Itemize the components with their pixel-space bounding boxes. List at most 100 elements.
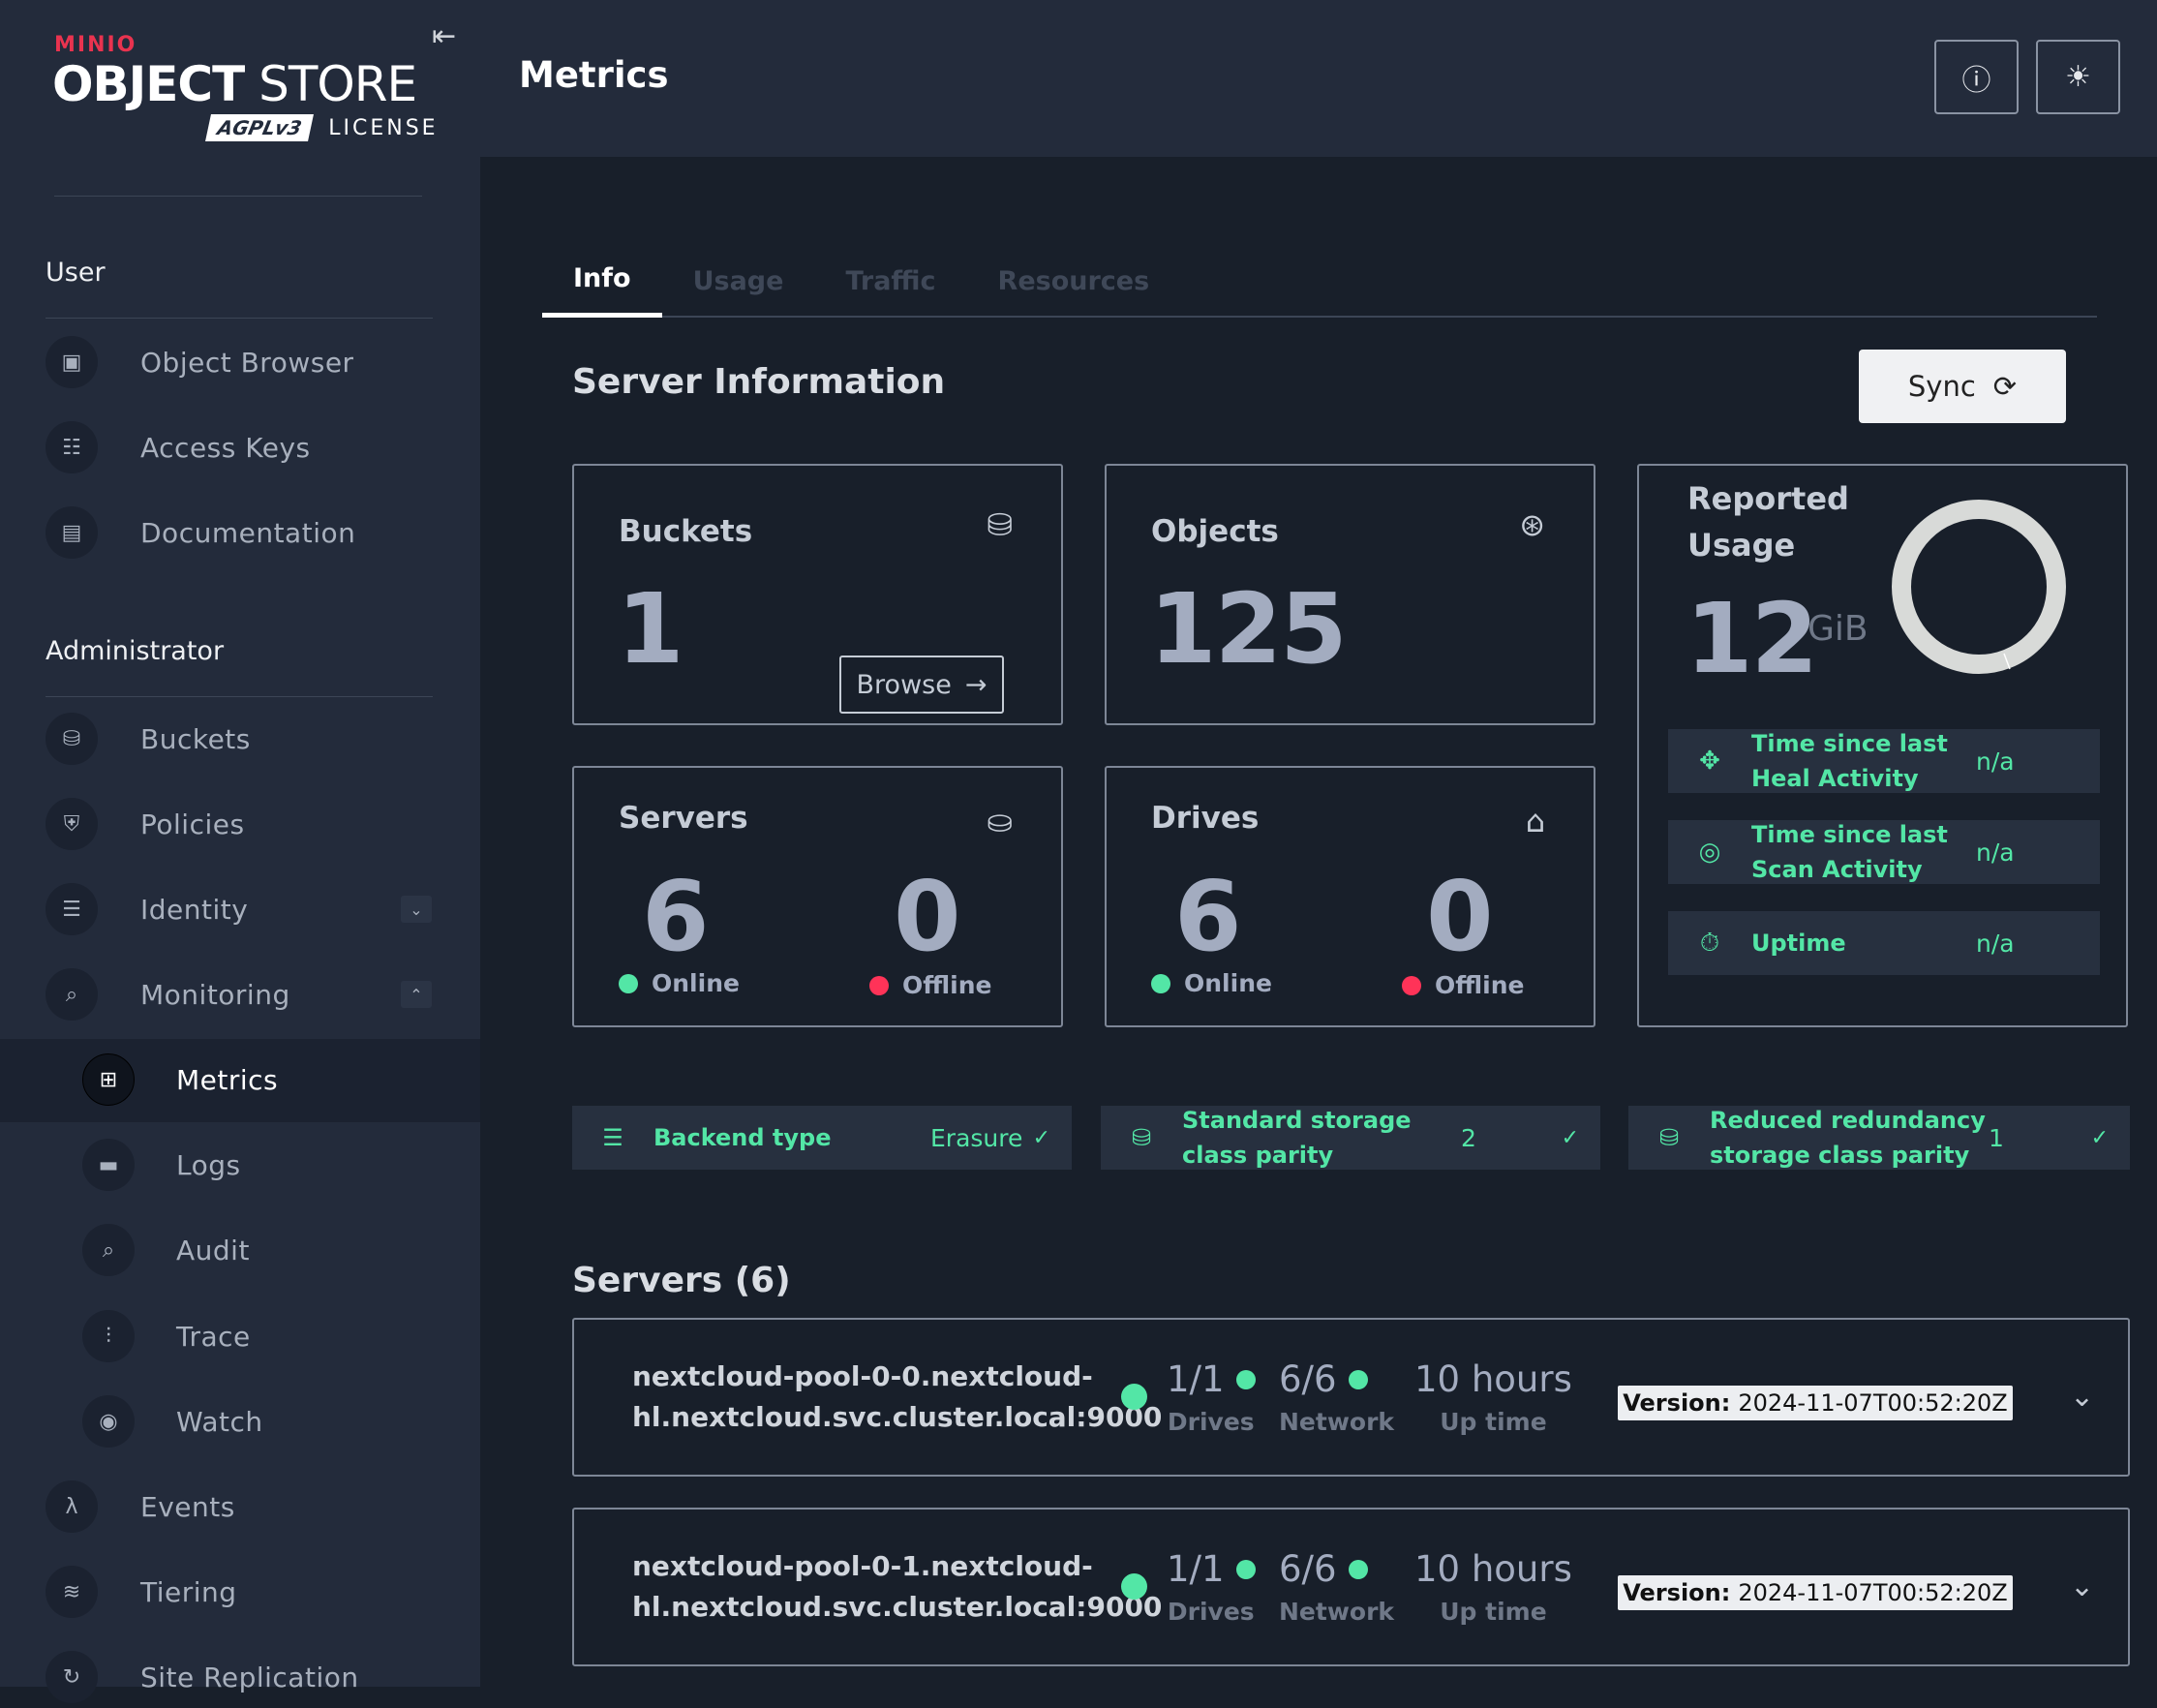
reported-usage-card: Reported Usage 12 GiB ✥ Time since last Hea… <box>1637 464 2128 1027</box>
uptime-metric: 10 hours Up time <box>1414 1358 1572 1436</box>
database-icon: ⛁ <box>1658 1124 1680 1151</box>
status-dot <box>1235 1369 1256 1389</box>
server-icon: ⛀ <box>987 803 1013 839</box>
sidebar-item-watch[interactable]: ◉ Watch <box>82 1390 263 1452</box>
drives-metric: 1/1 Drives <box>1167 1548 1256 1626</box>
standard-parity-row: ⛁ Standard storage class parity 2 ✓ <box>1101 1106 1600 1170</box>
section-title: Server Information <box>572 362 946 402</box>
collapse-sidebar-icon[interactable]: ⇤ <box>432 19 456 53</box>
sidebar-item-site-replication[interactable]: ↻ Site Replication <box>46 1646 359 1708</box>
buckets-card: Buckets ⛁ 1 Browse → <box>572 464 1063 725</box>
sidebar: MINIO OBJECT STORE AGPLv3 LICENSE ⇤ User … <box>0 0 480 1703</box>
database-icon: ⛁ <box>1131 1124 1152 1151</box>
sidebar-item-events[interactable]: λ Events <box>46 1476 235 1538</box>
reduced-redundancy-parity-row: ⛁ Reduced redundancy storage class parity 1… <box>1628 1106 2130 1170</box>
online-dot <box>1151 973 1170 993</box>
sidebar-item-documentation[interactable]: ▤ Documentation <box>46 502 355 564</box>
objects-card: Objects ⊛ 125 <box>1105 464 1595 725</box>
servers-offline-count: 0 <box>894 860 961 973</box>
chevron-up-icon[interactable]: ⌃ <box>401 981 432 1008</box>
online-dot <box>619 973 638 993</box>
trace-icon: ⫶ <box>82 1310 135 1362</box>
uptime-row: ⏱ Uptime n/a <box>1668 911 2100 975</box>
tab-resources[interactable]: Resources <box>967 244 1181 318</box>
page-title: Metrics <box>519 54 669 96</box>
objects-count: 125 <box>1149 572 1348 686</box>
help-icon: ⓘ <box>1961 63 1991 98</box>
sync-label: Sync <box>1907 370 1976 403</box>
browse-label: Browse <box>856 669 952 700</box>
server-status-dot <box>1121 1573 1147 1600</box>
server-row[interactable]: nextcloud-pool-0-0.nextcloud-hl.nextclou… <box>572 1318 2130 1477</box>
radar-icon: ◎ <box>1698 838 1721 867</box>
watch-icon: ◉ <box>82 1395 135 1448</box>
network-metric: 6/6 Network <box>1279 1548 1395 1626</box>
card-title: Servers <box>619 801 748 836</box>
drives-offline-count: 0 <box>1426 860 1494 973</box>
version-badge: Version: 2024-11-07T00:52:20Z <box>1618 1575 2013 1610</box>
buckets-count: 1 <box>617 572 684 686</box>
bucket-icon: ⛁ <box>987 506 1013 543</box>
metrics-icon: ⊞ <box>82 1053 135 1106</box>
uptime-metric: 10 hours Up time <box>1414 1548 1572 1626</box>
help-button[interactable]: ⓘ <box>1934 40 2019 114</box>
online-status: Online <box>619 969 740 997</box>
sidebar-item-identity[interactable]: ☰ Identity <box>46 878 248 940</box>
server-hostname: nextcloud-pool-0-1.nextcloud-hl.nextclou… <box>632 1550 1163 1623</box>
arrow-right-icon: → <box>964 669 987 700</box>
identity-icon: ☰ <box>46 883 98 935</box>
sidebar-item-access-keys[interactable]: ☷ Access Keys <box>46 416 311 478</box>
shield-icon: ⛨ <box>46 798 98 850</box>
tab-traffic[interactable]: Traffic <box>814 244 966 318</box>
section-user: User <box>46 258 106 288</box>
server-status-dot <box>1121 1384 1147 1410</box>
card-title: Objects <box>1151 514 1279 549</box>
chevron-down-icon[interactable]: ⌄ <box>2070 1570 2094 1603</box>
chevron-down-icon[interactable]: ⌄ <box>401 896 432 923</box>
version-badge: Version: 2024-11-07T00:52:20Z <box>1618 1386 2013 1420</box>
tab-info[interactable]: Info <box>542 244 662 318</box>
sidebar-item-object-browser[interactable]: ▣ Object Browser <box>46 331 354 393</box>
heal-activity-row: ✥ Time since last Heal Activity n/a <box>1668 729 2100 793</box>
layers-icon: ≋ <box>46 1566 98 1618</box>
sync-button[interactable]: Sync ⟳ <box>1859 350 2066 423</box>
sidebar-item-audit[interactable]: ⌕ Audit <box>82 1219 250 1281</box>
network-metric: 6/6 Network <box>1279 1358 1395 1436</box>
storage-stack-icon: ☰ <box>602 1124 623 1151</box>
objects-icon: ⊛ <box>1519 506 1545 543</box>
drive-icon: ⌂ <box>1525 803 1545 839</box>
servers-online-count: 6 <box>642 860 710 973</box>
sun-icon: ☀ <box>2065 60 2091 94</box>
refresh-icon: ⟳ <box>1992 370 2018 403</box>
sidebar-item-monitoring[interactable]: ⌕ Monitoring <box>46 963 290 1025</box>
theme-toggle-button[interactable]: ☀ <box>2036 40 2120 114</box>
sidebar-item-logs[interactable]: ▬ Logs <box>82 1134 241 1196</box>
check-icon: ✓ <box>2090 1125 2109 1150</box>
server-hostname: nextcloud-pool-0-0.nextcloud-hl.nextclou… <box>632 1360 1163 1433</box>
server-row[interactable]: nextcloud-pool-0-1.nextcloud-hl.nextclou… <box>572 1508 2130 1666</box>
product-name: OBJECT STORE <box>52 56 417 112</box>
offline-dot <box>1402 975 1421 995</box>
chevron-down-icon[interactable]: ⌄ <box>2070 1380 2094 1414</box>
scan-activity-row: ◎ Time since last Scan Activity n/a <box>1668 820 2100 884</box>
card-title: Drives <box>1151 801 1260 836</box>
sidebar-item-trace[interactable]: ⫶ Trace <box>82 1305 251 1367</box>
status-dot <box>1235 1559 1256 1579</box>
check-icon: ✓ <box>1032 1125 1050 1150</box>
object-browser-icon: ▣ <box>46 336 98 388</box>
status-dot <box>1348 1559 1368 1579</box>
usage-unit: GiB <box>1808 609 1868 649</box>
offline-status: Offline <box>1402 971 1524 999</box>
sidebar-item-metrics[interactable]: ⊞ Metrics <box>82 1049 278 1111</box>
browse-button[interactable]: Browse → <box>839 656 1004 714</box>
lambda-icon: λ <box>46 1480 98 1533</box>
audit-icon: ⌕ <box>82 1224 135 1276</box>
servers-title: Servers (6) <box>572 1261 791 1300</box>
sidebar-item-policies[interactable]: ⛨ Policies <box>46 793 245 855</box>
sidebar-item-buckets[interactable]: ⛁ Buckets <box>46 708 251 770</box>
servers-card: Servers ⛀ 6 Online 0 Offline <box>572 766 1063 1027</box>
sidebar-item-tiering[interactable]: ≋ Tiering <box>46 1561 237 1623</box>
status-dot <box>1348 1369 1368 1389</box>
tab-usage[interactable]: Usage <box>662 244 815 318</box>
divider <box>54 196 422 197</box>
